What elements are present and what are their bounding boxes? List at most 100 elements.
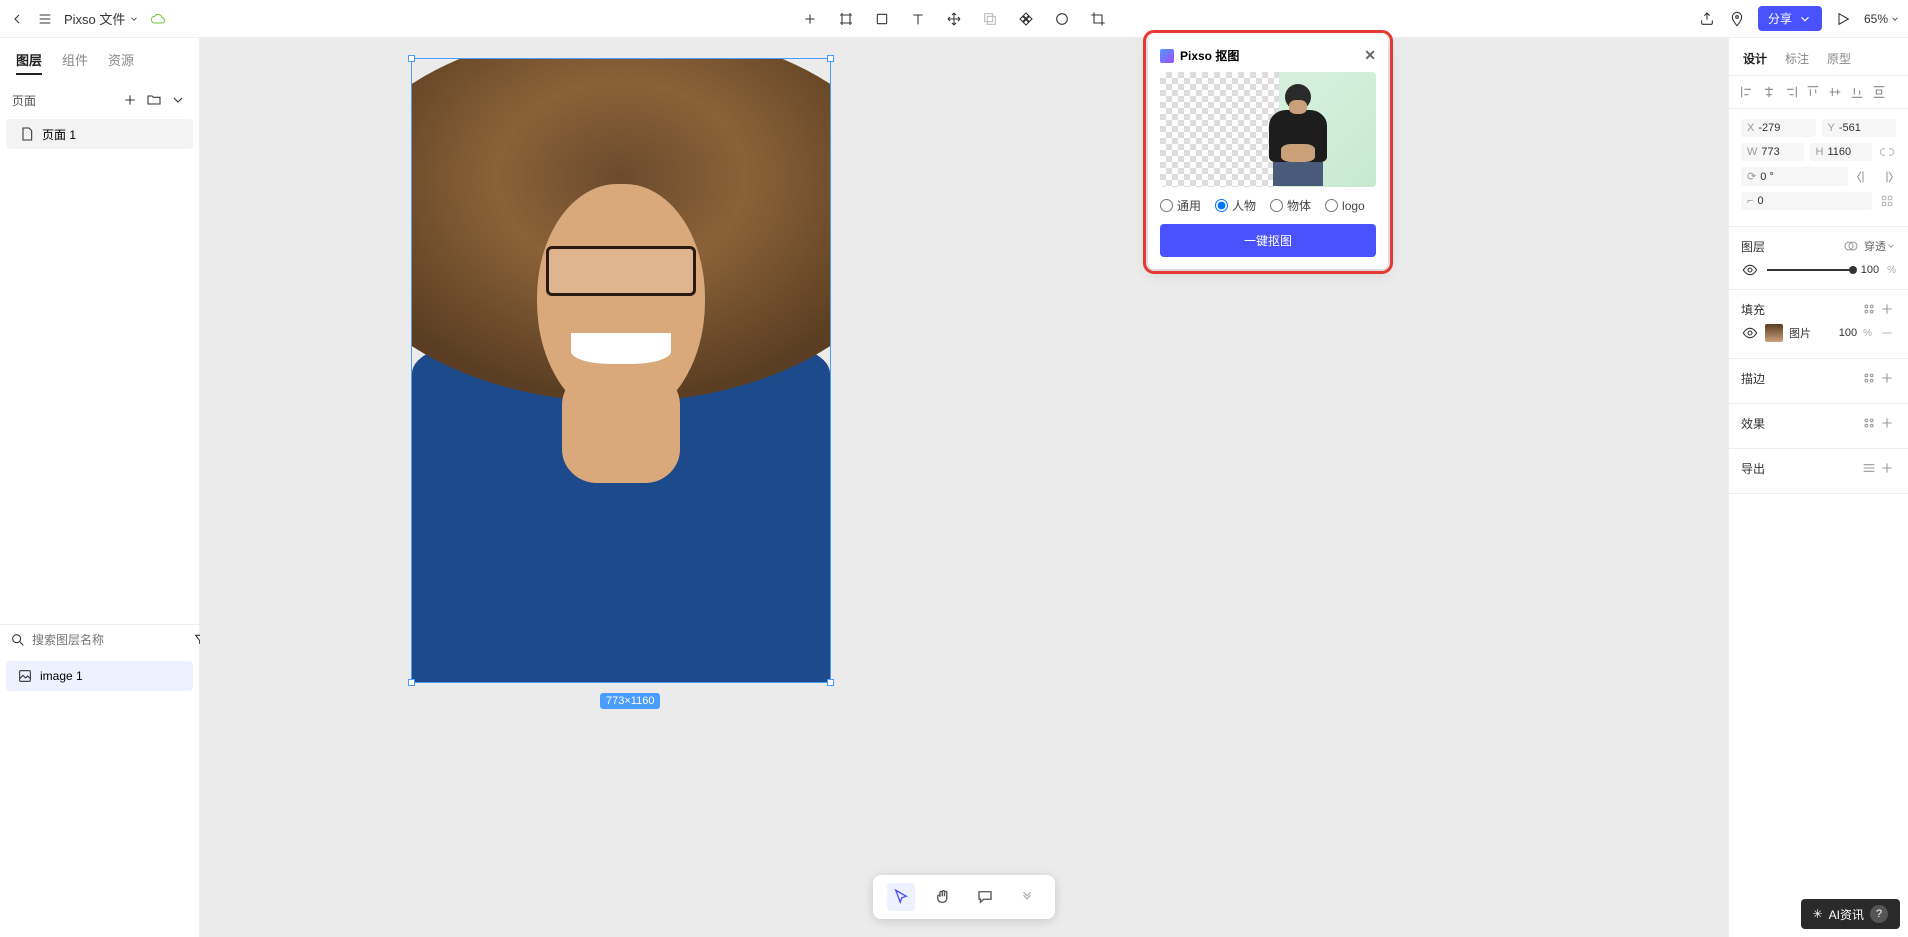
- location-icon[interactable]: [1728, 10, 1746, 28]
- hand-tool[interactable]: [929, 883, 957, 911]
- align-v-center-icon[interactable]: [1827, 84, 1843, 100]
- add-export-icon[interactable]: [1878, 459, 1896, 477]
- cloud-sync-icon[interactable]: [149, 10, 167, 28]
- tab-annotation[interactable]: 标注: [1785, 50, 1809, 67]
- zoom-control[interactable]: 65%: [1864, 12, 1900, 26]
- link-wh-icon[interactable]: [1878, 143, 1896, 161]
- back-icon[interactable]: [8, 10, 26, 28]
- layer-item[interactable]: image 1: [6, 661, 193, 691]
- file-title[interactable]: Pixso 文件: [64, 9, 139, 28]
- cutout-preview: [1160, 72, 1376, 187]
- fill-style-icon[interactable]: [1860, 300, 1878, 318]
- canvas[interactable]: 773×1160: [200, 38, 1728, 937]
- comment-tool[interactable]: [971, 883, 999, 911]
- watermark-text: AI资讯: [1829, 906, 1864, 923]
- h-field[interactable]: H1160: [1810, 143, 1873, 161]
- stroke-style-icon[interactable]: [1860, 369, 1878, 387]
- resize-handle-tl[interactable]: [408, 55, 415, 62]
- resize-handle-tr[interactable]: [827, 55, 834, 62]
- share-button[interactable]: 分享: [1758, 6, 1822, 31]
- fill-opacity[interactable]: 100: [1839, 327, 1857, 339]
- cutout-panel: Pixso 抠图 ✕ 通用 人物 物体 logo 一键抠图: [1148, 35, 1388, 269]
- add-effect-icon[interactable]: [1878, 414, 1896, 432]
- play-icon[interactable]: [1834, 10, 1852, 28]
- fill-type[interactable]: 图片: [1789, 325, 1811, 341]
- align-right-icon[interactable]: [1783, 84, 1799, 100]
- opacity-slider[interactable]: [1767, 269, 1853, 271]
- selection-box[interactable]: [411, 58, 831, 683]
- move-tool-icon[interactable]: [945, 10, 963, 28]
- distribute-icon[interactable]: [1871, 84, 1887, 100]
- page-icon: [18, 125, 36, 143]
- cutout-title: Pixso 抠图: [1180, 47, 1239, 64]
- share-label: 分享: [1768, 10, 1792, 27]
- pointer-tool[interactable]: [887, 883, 915, 911]
- ellipse-tool-icon[interactable]: [1053, 10, 1071, 28]
- export-icon[interactable]: [1698, 10, 1716, 28]
- page-name: 页面 1: [42, 126, 76, 143]
- page-folder-icon[interactable]: [145, 91, 163, 109]
- add-tool-icon[interactable]: [801, 10, 819, 28]
- blend-mode-value[interactable]: 穿透: [1864, 238, 1886, 254]
- fill-thumbnail[interactable]: [1765, 324, 1783, 342]
- help-icon[interactable]: ?: [1870, 905, 1888, 923]
- component-tool-icon[interactable]: [1017, 10, 1035, 28]
- layer-section-title: 图层: [1741, 238, 1765, 255]
- radio-person[interactable]: 人物: [1215, 197, 1256, 214]
- cutout-action-button[interactable]: 一键抠图: [1160, 224, 1376, 257]
- expand-radius-icon[interactable]: [1878, 192, 1896, 210]
- fill-visibility-icon[interactable]: [1741, 324, 1759, 342]
- right-panel: 设计 标注 原型 X-279 Y-561 W773 H1160 ⟳0: [1728, 38, 1908, 937]
- crop-tool-icon[interactable]: [1089, 10, 1107, 28]
- y-field[interactable]: Y-561: [1822, 119, 1897, 137]
- layer-name: image 1: [40, 669, 83, 683]
- radius-field[interactable]: ⌐0: [1741, 192, 1872, 210]
- resize-handle-br[interactable]: [827, 679, 834, 686]
- opacity-value[interactable]: 100: [1861, 264, 1879, 276]
- align-h-center-icon[interactable]: [1761, 84, 1777, 100]
- align-top-icon[interactable]: [1805, 84, 1821, 100]
- w-field[interactable]: W773: [1741, 143, 1804, 161]
- x-field[interactable]: X-279: [1741, 119, 1816, 137]
- radio-logo[interactable]: logo: [1325, 199, 1365, 213]
- page-item[interactable]: 页面 1: [6, 119, 193, 149]
- opacity-pct: %: [1887, 265, 1896, 276]
- remove-fill-icon[interactable]: [1878, 324, 1896, 342]
- effect-style-icon[interactable]: [1860, 414, 1878, 432]
- layer-search-row: [0, 624, 199, 655]
- more-tools[interactable]: [1013, 883, 1041, 911]
- layer-search-input[interactable]: [32, 633, 187, 647]
- left-panel: 图层 组件 资源 页面 页面 1 image 1: [0, 38, 200, 937]
- export-settings-icon[interactable]: [1860, 459, 1878, 477]
- tab-assets[interactable]: 资源: [108, 50, 134, 75]
- tab-layers[interactable]: 图层: [16, 50, 42, 75]
- boolean-tool-icon[interactable]: [981, 10, 999, 28]
- menu-icon[interactable]: [36, 10, 54, 28]
- stroke-section-title: 描边: [1741, 370, 1765, 387]
- radio-general[interactable]: 通用: [1160, 197, 1201, 214]
- add-page-icon[interactable]: [121, 91, 139, 109]
- visibility-icon[interactable]: [1741, 261, 1759, 279]
- tab-components[interactable]: 组件: [62, 50, 88, 75]
- blend-mode-icon[interactable]: [1842, 237, 1860, 255]
- flip-h-icon[interactable]: [1854, 168, 1872, 186]
- add-stroke-icon[interactable]: [1878, 369, 1896, 387]
- align-left-icon[interactable]: [1739, 84, 1755, 100]
- fill-section-title: 填充: [1741, 301, 1765, 318]
- radio-object[interactable]: 物体: [1270, 197, 1311, 214]
- effect-section-title: 效果: [1741, 415, 1765, 432]
- shape-tool-icon[interactable]: [873, 10, 891, 28]
- tab-prototype[interactable]: 原型: [1827, 50, 1851, 67]
- flip-v-icon[interactable]: [1878, 168, 1896, 186]
- text-tool-icon[interactable]: [909, 10, 927, 28]
- rotation-field[interactable]: ⟳0 °: [1741, 167, 1848, 186]
- tab-design[interactable]: 设计: [1743, 50, 1767, 67]
- search-icon: [10, 631, 26, 649]
- frame-tool-icon[interactable]: [837, 10, 855, 28]
- add-fill-icon[interactable]: [1878, 300, 1896, 318]
- zoom-value: 65%: [1864, 12, 1888, 26]
- collapse-pages-icon[interactable]: [169, 91, 187, 109]
- resize-handle-bl[interactable]: [408, 679, 415, 686]
- close-icon[interactable]: ✕: [1364, 47, 1376, 64]
- align-bottom-icon[interactable]: [1849, 84, 1865, 100]
